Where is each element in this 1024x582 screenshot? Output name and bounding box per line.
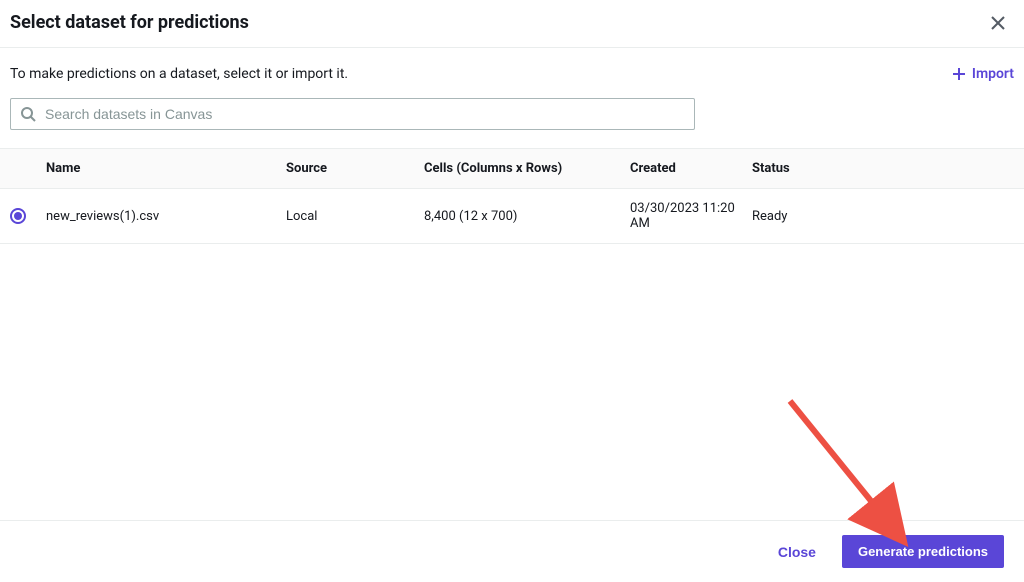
col-source-header: Source (286, 161, 424, 176)
table-header: Name Source Cells (Columns x Rows) Creat… (0, 148, 1024, 189)
row-name: new_reviews(1).csv (46, 209, 286, 224)
import-label: Import (972, 66, 1014, 82)
radio-button[interactable] (10, 208, 26, 224)
search-icon (20, 106, 36, 122)
close-button[interactable]: Close (766, 536, 828, 568)
row-cells: 8,400 (12 x 700) (424, 209, 630, 224)
modal-title: Select dataset for predictions (10, 12, 249, 33)
row-status: Ready (752, 209, 1014, 224)
col-created-header: Created (630, 161, 752, 176)
select-dataset-modal: Select dataset for predictions To make p… (0, 0, 1024, 582)
search-container (10, 98, 695, 130)
row-created: 03/30/2023 11:20 AM (630, 201, 752, 231)
top-row: To make predictions on a dataset, select… (10, 66, 1014, 82)
close-icon[interactable] (988, 13, 1008, 33)
modal-footer: Close Generate predictions (0, 520, 1024, 582)
col-cells-header: Cells (Columns x Rows) (424, 161, 630, 176)
import-button[interactable]: Import (952, 66, 1014, 82)
instruction-text: To make predictions on a dataset, select… (10, 66, 348, 82)
table-row[interactable]: new_reviews(1).csv Local 8,400 (12 x 700… (0, 189, 1024, 244)
generate-predictions-button[interactable]: Generate predictions (842, 535, 1004, 568)
modal-content: To make predictions on a dataset, select… (0, 48, 1024, 520)
col-radio (10, 161, 46, 176)
plus-icon (952, 67, 966, 81)
modal-header: Select dataset for predictions (0, 0, 1024, 48)
radio-selected-icon (14, 212, 22, 220)
col-status-header: Status (752, 161, 1014, 176)
row-radio-cell (10, 208, 46, 224)
col-name-header: Name (46, 161, 286, 176)
row-source: Local (286, 209, 424, 224)
search-input[interactable] (10, 98, 695, 130)
dataset-table: Name Source Cells (Columns x Rows) Creat… (0, 148, 1024, 520)
